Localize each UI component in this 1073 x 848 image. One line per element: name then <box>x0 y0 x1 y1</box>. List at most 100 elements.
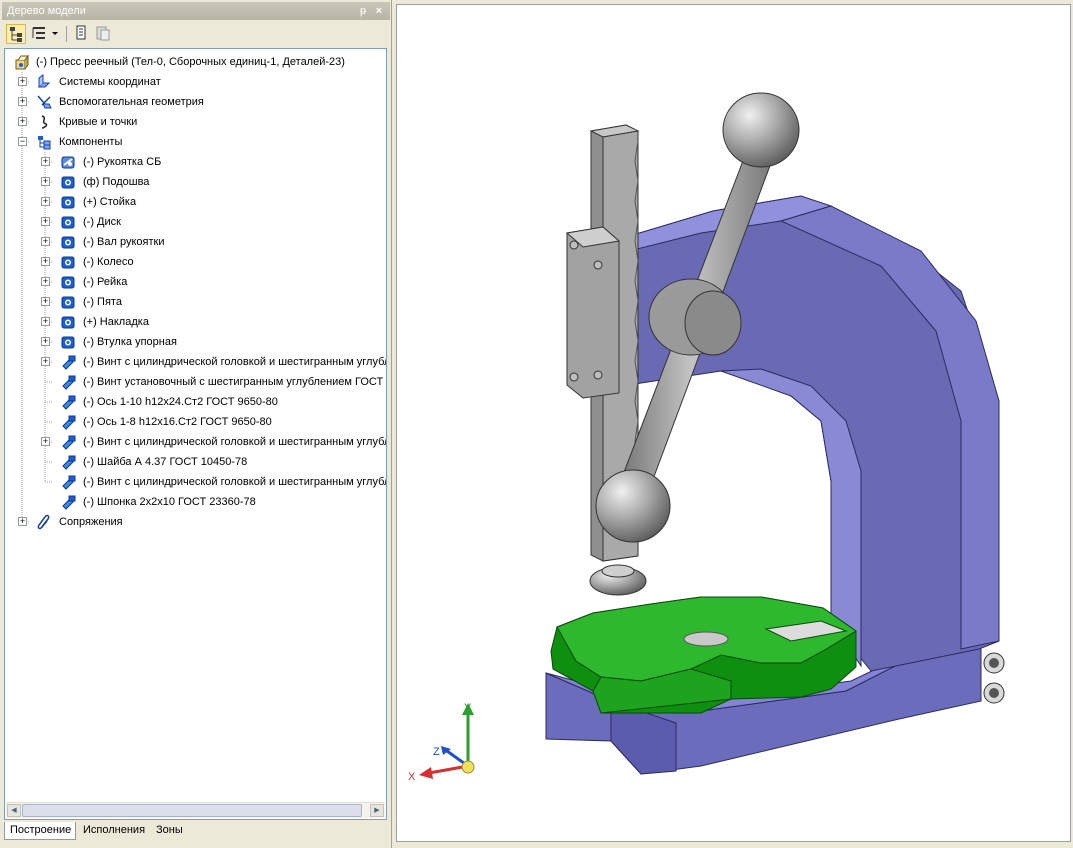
scroll-left-icon[interactable]: ◀ <box>7 804 21 817</box>
tree-view-mode-button[interactable] <box>30 24 48 44</box>
model-tree: (-) Пресс реечный (Тел-0, Сборочных един… <box>4 48 387 820</box>
tree-structure-icon <box>10 27 22 42</box>
page-button[interactable] <box>94 24 114 44</box>
component-label: (-) Ось 1-8 h12x16.Ст2 ГОСТ 9650-80 <box>83 416 272 428</box>
mounting-screws <box>983 652 1005 704</box>
scroll-right-icon[interactable]: ▶ <box>370 804 384 817</box>
tree-item-curves-points[interactable]: + Кривые и точки <box>5 112 385 132</box>
part-icon <box>61 236 75 249</box>
collapse-minus-icon[interactable]: − <box>18 137 27 146</box>
part-icon <box>61 336 75 349</box>
component-row[interactable]: (-) Винт установочный с шестигранным угл… <box>5 372 385 392</box>
properties-icon <box>76 25 86 40</box>
assembly-icon <box>15 54 29 70</box>
standard-part-icon <box>62 455 76 470</box>
axis-y-label: Y <box>464 702 472 714</box>
component-label: (-) Винт установочный с шестигранным угл… <box>83 376 384 388</box>
part-icon <box>61 276 75 289</box>
component-row[interactable]: + (-) Винт с цилиндрической головкой и ше… <box>5 352 387 372</box>
component-row[interactable]: (-) Шайба А 4.37 ГОСТ 10450-78 <box>5 452 385 472</box>
component-label: (-) Колесо <box>83 256 134 268</box>
expand-plus-icon[interactable]: + <box>41 437 50 446</box>
expand-plus-icon[interactable]: + <box>41 257 50 266</box>
component-row[interactable]: + (-) Диск <box>5 212 385 232</box>
component-label: (-) Диск <box>83 216 121 228</box>
tab-variants[interactable]: Исполнения <box>78 822 148 840</box>
tree-root-label: (-) Пресс реечный (Тел-0, Сборочных един… <box>36 56 345 68</box>
components-icon <box>38 136 51 150</box>
expand-plus-icon[interactable]: + <box>41 217 50 226</box>
expand-plus-icon[interactable]: + <box>18 97 27 106</box>
component-row[interactable]: + (-) Рейка <box>5 272 385 292</box>
tree-item-mates[interactable]: + Сопряжения <box>5 512 385 532</box>
expand-plus-icon[interactable]: + <box>18 117 27 126</box>
properties-button[interactable] <box>72 24 92 44</box>
component-row[interactable]: (-) Ось 1-10 h12x24.Ст2 ГОСТ 9650-80 <box>5 392 385 412</box>
tree-item-aux-geometry[interactable]: + Вспомогательная геометрия <box>5 92 385 112</box>
part-icon <box>61 216 75 229</box>
component-label: (-) Винт с цилиндрической головкой и шес… <box>83 476 387 488</box>
tab-zones[interactable]: Зоны <box>151 822 187 840</box>
press-foot <box>589 564 647 596</box>
tree-item-coordinate-systems[interactable]: + Системы координат <box>5 72 385 92</box>
aux-geometry-icon <box>37 95 52 109</box>
curve-icon <box>41 115 48 129</box>
component-row[interactable]: + (-) Винт с цилиндрической головкой и ше… <box>5 432 386 452</box>
part-icon <box>61 196 75 209</box>
expand-plus-icon[interactable]: + <box>41 337 50 346</box>
component-row[interactable]: + (-) Втулка упорная <box>5 332 385 352</box>
axis-x-label: X <box>408 771 416 783</box>
axis-z-label: Z <box>433 746 440 758</box>
expand-plus-icon[interactable]: + <box>41 317 50 326</box>
component-row[interactable]: + (-) Колесо <box>5 252 385 272</box>
component-label: (-) Винт с цилиндрической головкой и шес… <box>83 356 387 368</box>
tree-item-label: Кривые и точки <box>59 116 138 128</box>
expand-plus-icon[interactable]: + <box>41 357 50 366</box>
model-tree-panel: Дерево модели ᵽ × (-) Пресс реечный (Тел… <box>0 0 392 848</box>
expand-plus-icon[interactable]: + <box>41 197 50 206</box>
page-icon <box>96 26 110 41</box>
component-row[interactable]: + (ф) Подошва <box>5 172 385 192</box>
rack-guide-plate <box>565 226 621 399</box>
tree-view-mode-icon <box>32 27 45 39</box>
expand-plus-icon[interactable]: + <box>41 237 50 246</box>
part-icon <box>61 256 75 269</box>
expand-plus-icon[interactable]: + <box>18 517 27 526</box>
standard-part-icon <box>62 475 76 490</box>
expand-plus-icon[interactable]: + <box>41 277 50 286</box>
subassembly-icon <box>61 156 75 169</box>
view-mode-dropdown[interactable] <box>50 24 60 44</box>
expand-plus-icon[interactable]: + <box>41 297 50 306</box>
tree-structure-button[interactable] <box>6 24 26 44</box>
component-label: (ф) Подошва <box>83 176 150 188</box>
component-label: (-) Рейка <box>83 276 128 288</box>
close-icon[interactable]: × <box>372 2 386 20</box>
component-row[interactable]: (-) Ось 1-8 h12x16.Ст2 ГОСТ 9650-80 <box>5 412 385 432</box>
tree-item-label: Вспомогательная геометрия <box>59 96 204 108</box>
scrollbar-thumb[interactable] <box>22 804 362 817</box>
component-label: (-) Втулка упорная <box>83 336 177 348</box>
tree-item-label: Компоненты <box>59 136 123 148</box>
part-icon <box>61 176 75 189</box>
expand-plus-icon[interactable]: + <box>41 157 50 166</box>
expand-plus-icon[interactable]: + <box>18 77 27 86</box>
component-row[interactable]: + (+) Стойка <box>5 192 385 212</box>
component-row[interactable]: (-) Винт с цилиндрической головкой и шес… <box>5 472 387 492</box>
horizontal-scrollbar[interactable]: ◀ ▶ <box>6 802 385 818</box>
tree-item-label: Сопряжения <box>59 516 123 528</box>
component-label: (-) Вал рукоятки <box>83 236 165 248</box>
component-row[interactable]: + (+) Накладка <box>5 312 385 332</box>
component-row[interactable]: + (-) Рукоятка СБ <box>5 152 385 172</box>
tree-item-components[interactable]: − Компоненты <box>5 132 385 152</box>
panel-title-bar: Дерево модели ᵽ × <box>2 2 390 20</box>
component-row[interactable]: (-) Шпонка 2x2x10 ГОСТ 23360-78 <box>5 492 385 512</box>
tree-root-row[interactable]: (-) Пресс реечный (Тел-0, Сборочных един… <box>5 52 385 72</box>
pin-icon[interactable]: ᵽ <box>356 2 370 20</box>
component-label: (-) Шпонка 2x2x10 ГОСТ 23360-78 <box>83 496 256 508</box>
expand-plus-icon[interactable]: + <box>41 177 50 186</box>
component-label: (-) Рукоятка СБ <box>83 156 162 168</box>
tab-build[interactable]: Построение <box>4 822 76 840</box>
component-row[interactable]: + (-) Вал рукоятки <box>5 232 385 252</box>
component-row[interactable]: + (-) Пята <box>5 292 385 312</box>
3d-viewport[interactable]: Y Z X <box>396 4 1071 842</box>
